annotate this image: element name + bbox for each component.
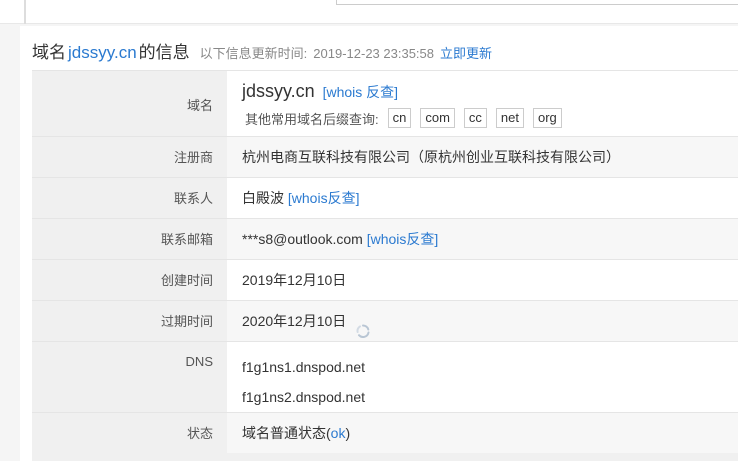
- label-dns: DNS: [32, 342, 227, 412]
- label-created: 创建时间: [32, 260, 227, 300]
- domain-info-table: 域名 jdssyy.cn [whois 反查] 其他常用域名后缀查询: cn c…: [32, 70, 738, 454]
- refresh-now-link[interactable]: 立即更新: [440, 43, 492, 62]
- label-status: 状态: [32, 413, 227, 453]
- domain-name: jdssyy.cn: [242, 81, 315, 101]
- value-status: 域名普通状态(ok): [227, 413, 738, 453]
- expire-date: 2020年12月10日: [242, 313, 347, 329]
- top-bar: [0, 0, 738, 24]
- domain-info-panel: 域名 jdssyy.cn 的信息 以下信息更新时间: 2019-12-23 23…: [20, 26, 738, 461]
- search-box-edge[interactable]: [336, 0, 738, 5]
- domain-whois-link[interactable]: [whois 反查]: [323, 84, 398, 100]
- label-expires: 过期时间: [32, 301, 227, 341]
- value-registrar: 杭州电商互联科技有限公司（原杭州创业互联科技有限公司）: [227, 137, 738, 177]
- value-created: 2019年12月10日: [227, 260, 738, 300]
- row-created: 创建时间 2019年12月10日: [32, 260, 738, 301]
- status-suffix: ): [345, 425, 351, 441]
- contact-name: 白殿波: [242, 190, 284, 206]
- contact-whois-link[interactable]: [whois反查]: [288, 190, 360, 206]
- refresh-icon[interactable]: [356, 313, 370, 339]
- value-dns: f1g1ns1.dnspod.net f1g1ns2.dnspod.net: [227, 342, 738, 412]
- suffix-query-label: 其他常用域名后缀查询:: [245, 111, 379, 127]
- update-time-value: 2019-12-23 23:35:58: [313, 46, 434, 61]
- row-expires: 过期时间 2020年12月10日: [32, 301, 738, 342]
- title-domain-link[interactable]: jdssyy.cn: [68, 43, 137, 63]
- status-prefix: 域名普通状态(: [242, 425, 331, 441]
- value-contact: 白殿波 [whois反查]: [227, 178, 738, 218]
- next-row-edge: [32, 453, 738, 461]
- suffix-net-button[interactable]: net: [495, 108, 524, 128]
- suffix-cc-button[interactable]: cc: [463, 108, 487, 128]
- suffix-query-line: 其他常用域名后缀查询: cn com cc net org: [242, 108, 738, 128]
- suffix-cn-button[interactable]: cn: [387, 108, 412, 128]
- status-ok-link[interactable]: ok: [331, 425, 346, 441]
- label-registrar: 注册商: [32, 137, 227, 177]
- label-email: 联系邮箱: [32, 219, 227, 259]
- title-prefix: 域名: [32, 43, 66, 62]
- row-contact: 联系人 白殿波 [whois反查]: [32, 178, 738, 219]
- row-domain: 域名 jdssyy.cn [whois 反查] 其他常用域名后缀查询: cn c…: [32, 71, 738, 137]
- value-domain: jdssyy.cn [whois 反查] 其他常用域名后缀查询: cn com …: [227, 71, 738, 136]
- row-registrar: 注册商 杭州电商互联科技有限公司（原杭州创业互联科技有限公司）: [32, 137, 738, 178]
- value-email: ***s8@outlook.com [whois反查]: [227, 219, 738, 259]
- top-bar-divider: [24, 0, 26, 24]
- row-dns: DNS f1g1ns1.dnspod.net f1g1ns2.dnspod.ne…: [32, 342, 738, 413]
- dns-server-2: f1g1ns2.dnspod.net: [242, 389, 365, 405]
- label-domain: 域名: [32, 71, 227, 136]
- label-contact: 联系人: [32, 178, 227, 218]
- email-whois-link[interactable]: [whois反查]: [367, 231, 439, 247]
- suffix-org-button[interactable]: org: [533, 108, 562, 128]
- row-status: 状态 域名普通状态(ok): [32, 413, 738, 454]
- row-email: 联系邮箱 ***s8@outlook.com [whois反查]: [32, 219, 738, 260]
- page-title: 域名 jdssyy.cn 的信息 以下信息更新时间: 2019-12-23 23…: [32, 38, 492, 62]
- suffix-com-button[interactable]: com: [420, 108, 455, 128]
- email-address: ***s8@outlook.com: [242, 231, 363, 247]
- value-expires: 2020年12月10日: [227, 301, 738, 341]
- dns-server-1: f1g1ns1.dnspod.net: [242, 359, 365, 375]
- update-time-label: 以下信息更新时间:: [199, 46, 308, 61]
- title-suffix: 的信息: [138, 43, 190, 62]
